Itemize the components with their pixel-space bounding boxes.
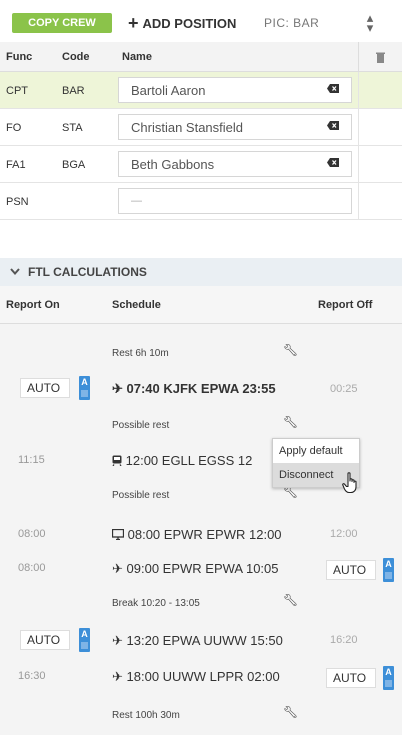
plus-icon: + xyxy=(128,13,139,33)
report-on-auto[interactable]: AUTO xyxy=(20,378,70,398)
crew-row-action-cell xyxy=(358,72,402,109)
crew-code: STA xyxy=(62,122,83,134)
auto-badge[interactable]: A xyxy=(79,628,90,652)
auto-text: AUTO xyxy=(333,563,367,577)
flight-text: 18:00 UUWW LPPR 02:00 xyxy=(126,669,280,684)
name-header: Name xyxy=(122,51,152,63)
possible-rest-label: Possible rest xyxy=(112,490,170,501)
crew-row[interactable]: FA1 BGA Beth Gabbons xyxy=(0,146,402,183)
clear-icon[interactable] xyxy=(327,158,339,170)
func-header: Func xyxy=(6,51,33,63)
apply-default-menu-item[interactable]: Apply default xyxy=(273,439,359,463)
auto-text: AUTO xyxy=(27,633,61,647)
crew-row[interactable]: PSN — xyxy=(0,183,402,220)
flight-row[interactable]: ✈︎ 13:20 EPWA UUWW 15:50 xyxy=(112,633,283,649)
flight-row[interactable]: 12:00 EGLL EGSS 12 xyxy=(112,453,252,468)
crew-row-action-cell xyxy=(358,109,402,146)
rest-label: Rest 100h 30m xyxy=(112,710,180,721)
report-on-auto[interactable]: AUTO xyxy=(20,630,70,650)
break-label: Break 10:20 - 13:05 xyxy=(112,598,200,609)
crew-table-header: Func Code Name xyxy=(0,42,402,72)
crew-name-field[interactable]: Christian Stansfield xyxy=(118,114,352,140)
crew-name-field[interactable]: Bartoli Aaron xyxy=(118,77,352,103)
auto-text: AUTO xyxy=(333,671,367,685)
badge-letter: A xyxy=(81,629,88,639)
schedule-header: Schedule xyxy=(112,299,161,311)
crew-name-text: Christian Stansfield xyxy=(131,119,243,135)
crew-code: BAR xyxy=(62,85,85,97)
report-off-time[interactable]: 00:25 xyxy=(330,383,358,395)
crew-name-field[interactable]: Beth Gabbons xyxy=(118,151,352,177)
ftl-table-header: Report On Schedule Report Off xyxy=(0,286,402,324)
hand-cursor-icon xyxy=(342,472,360,497)
crew-name-placeholder: — xyxy=(131,195,142,207)
monitor-icon xyxy=(111,527,128,542)
trash-icon[interactable] xyxy=(358,42,402,72)
wrench-icon[interactable]: 🔧︎ xyxy=(283,705,298,719)
crew-name-field[interactable]: — xyxy=(118,188,352,214)
flight-row[interactable]: ✈︎ 18:00 UUWW LPPR 02:00 xyxy=(112,669,280,685)
crew-code: BGA xyxy=(62,159,86,171)
crew-row[interactable]: FO STA Christian Stansfield xyxy=(0,109,402,146)
sort-updown-icon[interactable]: ▴ ▾ xyxy=(364,11,376,34)
crew-row-action-cell xyxy=(358,183,402,220)
flight-text: 07:40 KJFK EPWA 23:55 xyxy=(126,381,276,396)
flight-text: 09:00 EPWR EPWA 10:05 xyxy=(126,561,279,576)
train-icon xyxy=(112,453,126,468)
wrench-icon[interactable]: 🔧︎ xyxy=(283,415,298,429)
badge-letter: A xyxy=(81,377,88,387)
crew-row[interactable]: CPT BAR Bartoli Aaron xyxy=(0,72,402,109)
crew-func: FA1 xyxy=(6,159,26,171)
toolbar: COPY CREW + ADD POSITION PIC: BAR ▴ ▾ xyxy=(0,0,402,42)
crew-func: CPT xyxy=(6,85,28,97)
crew-name-text: Bartoli Aaron xyxy=(131,82,206,98)
ftl-schedule: Rest 6h 10m 🔧︎ AUTO A ✈︎ 07:40 KJFK EPWA… xyxy=(0,324,402,735)
flight-text: 12:00 EGLL EGSS 12 xyxy=(125,453,253,468)
report-off-time[interactable]: 16:20 xyxy=(330,634,358,646)
badge-letter: A xyxy=(385,559,392,569)
report-on-time[interactable]: 08:00 xyxy=(18,562,46,574)
report-on-time[interactable]: 08:00 xyxy=(18,528,46,540)
wrench-icon[interactable]: 🔧︎ xyxy=(283,343,298,357)
chevron-down-icon xyxy=(10,266,20,278)
crew-func: FO xyxy=(6,122,22,134)
badge-letter: A xyxy=(385,667,392,677)
ftl-section-toggle[interactable]: FTL CALCULATIONS xyxy=(0,258,402,286)
auto-badge[interactable]: A xyxy=(79,376,90,400)
report-off-header: Report Off xyxy=(318,299,373,311)
report-off-time[interactable]: 12:00 xyxy=(330,528,358,540)
code-header: Code xyxy=(62,51,90,63)
ftl-title: FTL CALCULATIONS xyxy=(28,265,147,279)
report-on-time[interactable]: 11:15 xyxy=(18,454,45,466)
crew-func: PSN xyxy=(6,196,29,208)
copy-crew-button[interactable]: COPY CREW xyxy=(12,13,112,33)
report-on-header: Report On xyxy=(6,299,60,311)
flight-text: 08:00 EPWR EPWR 12:00 xyxy=(127,527,282,542)
auto-badge[interactable]: A xyxy=(383,666,394,690)
flight-row[interactable]: ✈︎ 09:00 EPWR EPWA 10:05 xyxy=(112,561,279,577)
flight-text: 13:20 EPWA UUWW 15:50 xyxy=(126,633,283,648)
pic-select[interactable]: PIC: BAR xyxy=(264,16,319,30)
report-off-auto[interactable]: AUTO xyxy=(326,668,376,688)
add-position-label: ADD POSITION xyxy=(142,15,237,31)
clear-icon[interactable] xyxy=(327,84,339,96)
flight-row[interactable]: 08:00 EPWR EPWR 12:00 xyxy=(111,527,282,542)
add-position-button[interactable]: + ADD POSITION xyxy=(128,13,236,33)
crew-name-text: Beth Gabbons xyxy=(131,156,215,172)
report-off-auto[interactable]: AUTO xyxy=(326,560,376,580)
clear-icon[interactable] xyxy=(327,121,339,133)
possible-rest-label: Possible rest xyxy=(112,420,170,431)
auto-badge[interactable]: A xyxy=(383,558,394,582)
flight-row[interactable]: ✈︎ 07:40 KJFK EPWA 23:55 xyxy=(112,381,276,397)
report-on-time[interactable]: 16:30 xyxy=(18,670,46,682)
wrench-icon[interactable]: 🔧︎ xyxy=(283,593,298,607)
auto-text: AUTO xyxy=(27,381,61,395)
rest-label: Rest 6h 10m xyxy=(112,348,169,359)
crew-row-action-cell xyxy=(358,146,402,183)
